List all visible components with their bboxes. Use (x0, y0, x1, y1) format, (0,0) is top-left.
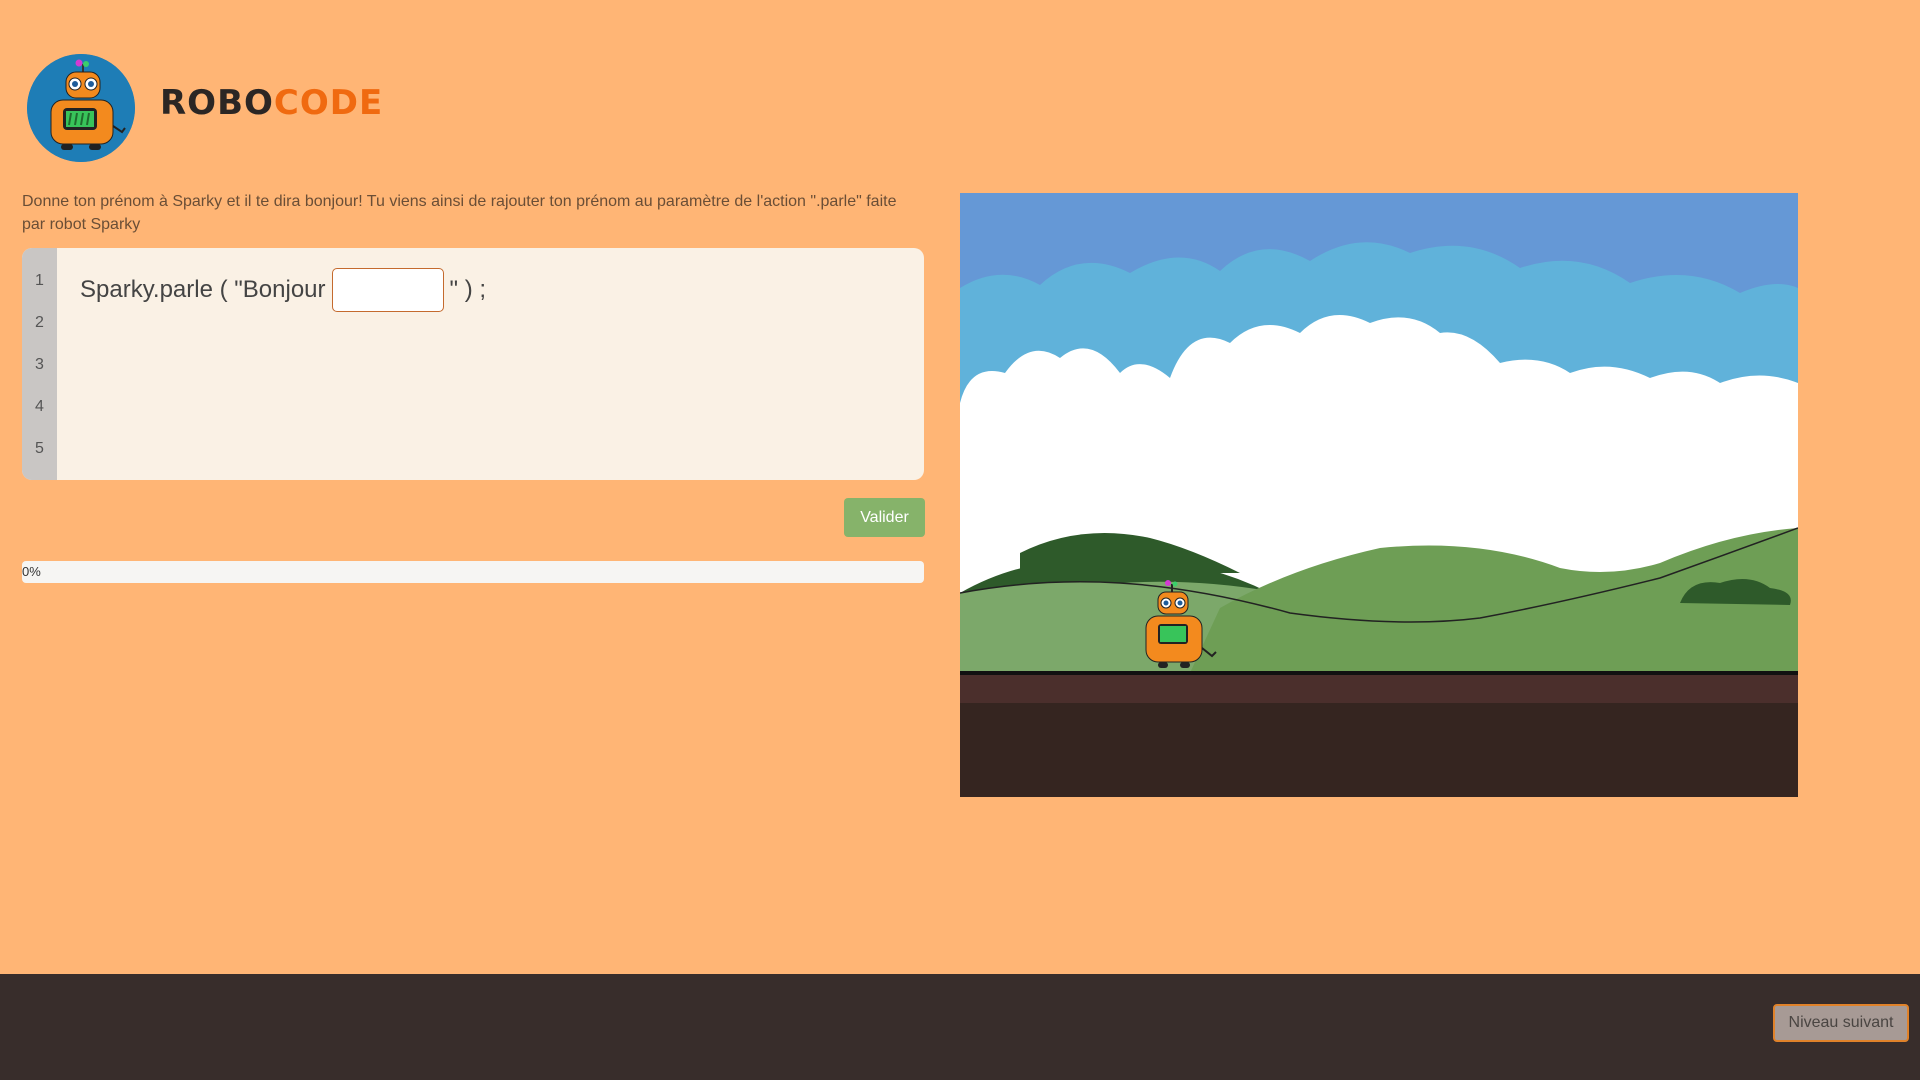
brand-part-robo: ROBO (160, 83, 274, 123)
instructions-text: Donne ton prénom à Sparky et il te dira … (22, 193, 897, 233)
brand-part-code: CODE (273, 83, 384, 123)
code-suffix: " ) ; (449, 276, 487, 303)
next-level-button[interactable]: Niveau suivant (1773, 1004, 1909, 1042)
code-line-1: Sparky.parle ( "Bonjour " ) ; (80, 265, 486, 315)
code-prefix: Sparky.parle ( "Bonjour (80, 276, 326, 303)
footer-bar (0, 974, 1920, 1080)
line-number: 2 (35, 314, 44, 331)
line-number: 3 (35, 356, 44, 373)
progress-bar: 0% (22, 561, 924, 583)
landscape-illustration (960, 193, 1798, 797)
line-number: 1 (35, 272, 44, 289)
code-editor: 1 2 3 4 5 Sparky.parle ( "Bonjour " ) ; (22, 248, 924, 480)
game-scene (960, 193, 1798, 797)
robocode-logo (27, 54, 135, 162)
line-number: 4 (35, 398, 44, 415)
validate-button[interactable]: Valider (844, 498, 925, 537)
brand-wordmark: ROBOCODE (160, 83, 383, 123)
robot-mascot-icon (27, 54, 135, 162)
line-number: 5 (35, 440, 44, 457)
line-number-gutter: 1 2 3 4 5 (22, 248, 57, 480)
name-parameter-input[interactable] (331, 268, 444, 312)
progress-label: 0% (22, 564, 41, 579)
